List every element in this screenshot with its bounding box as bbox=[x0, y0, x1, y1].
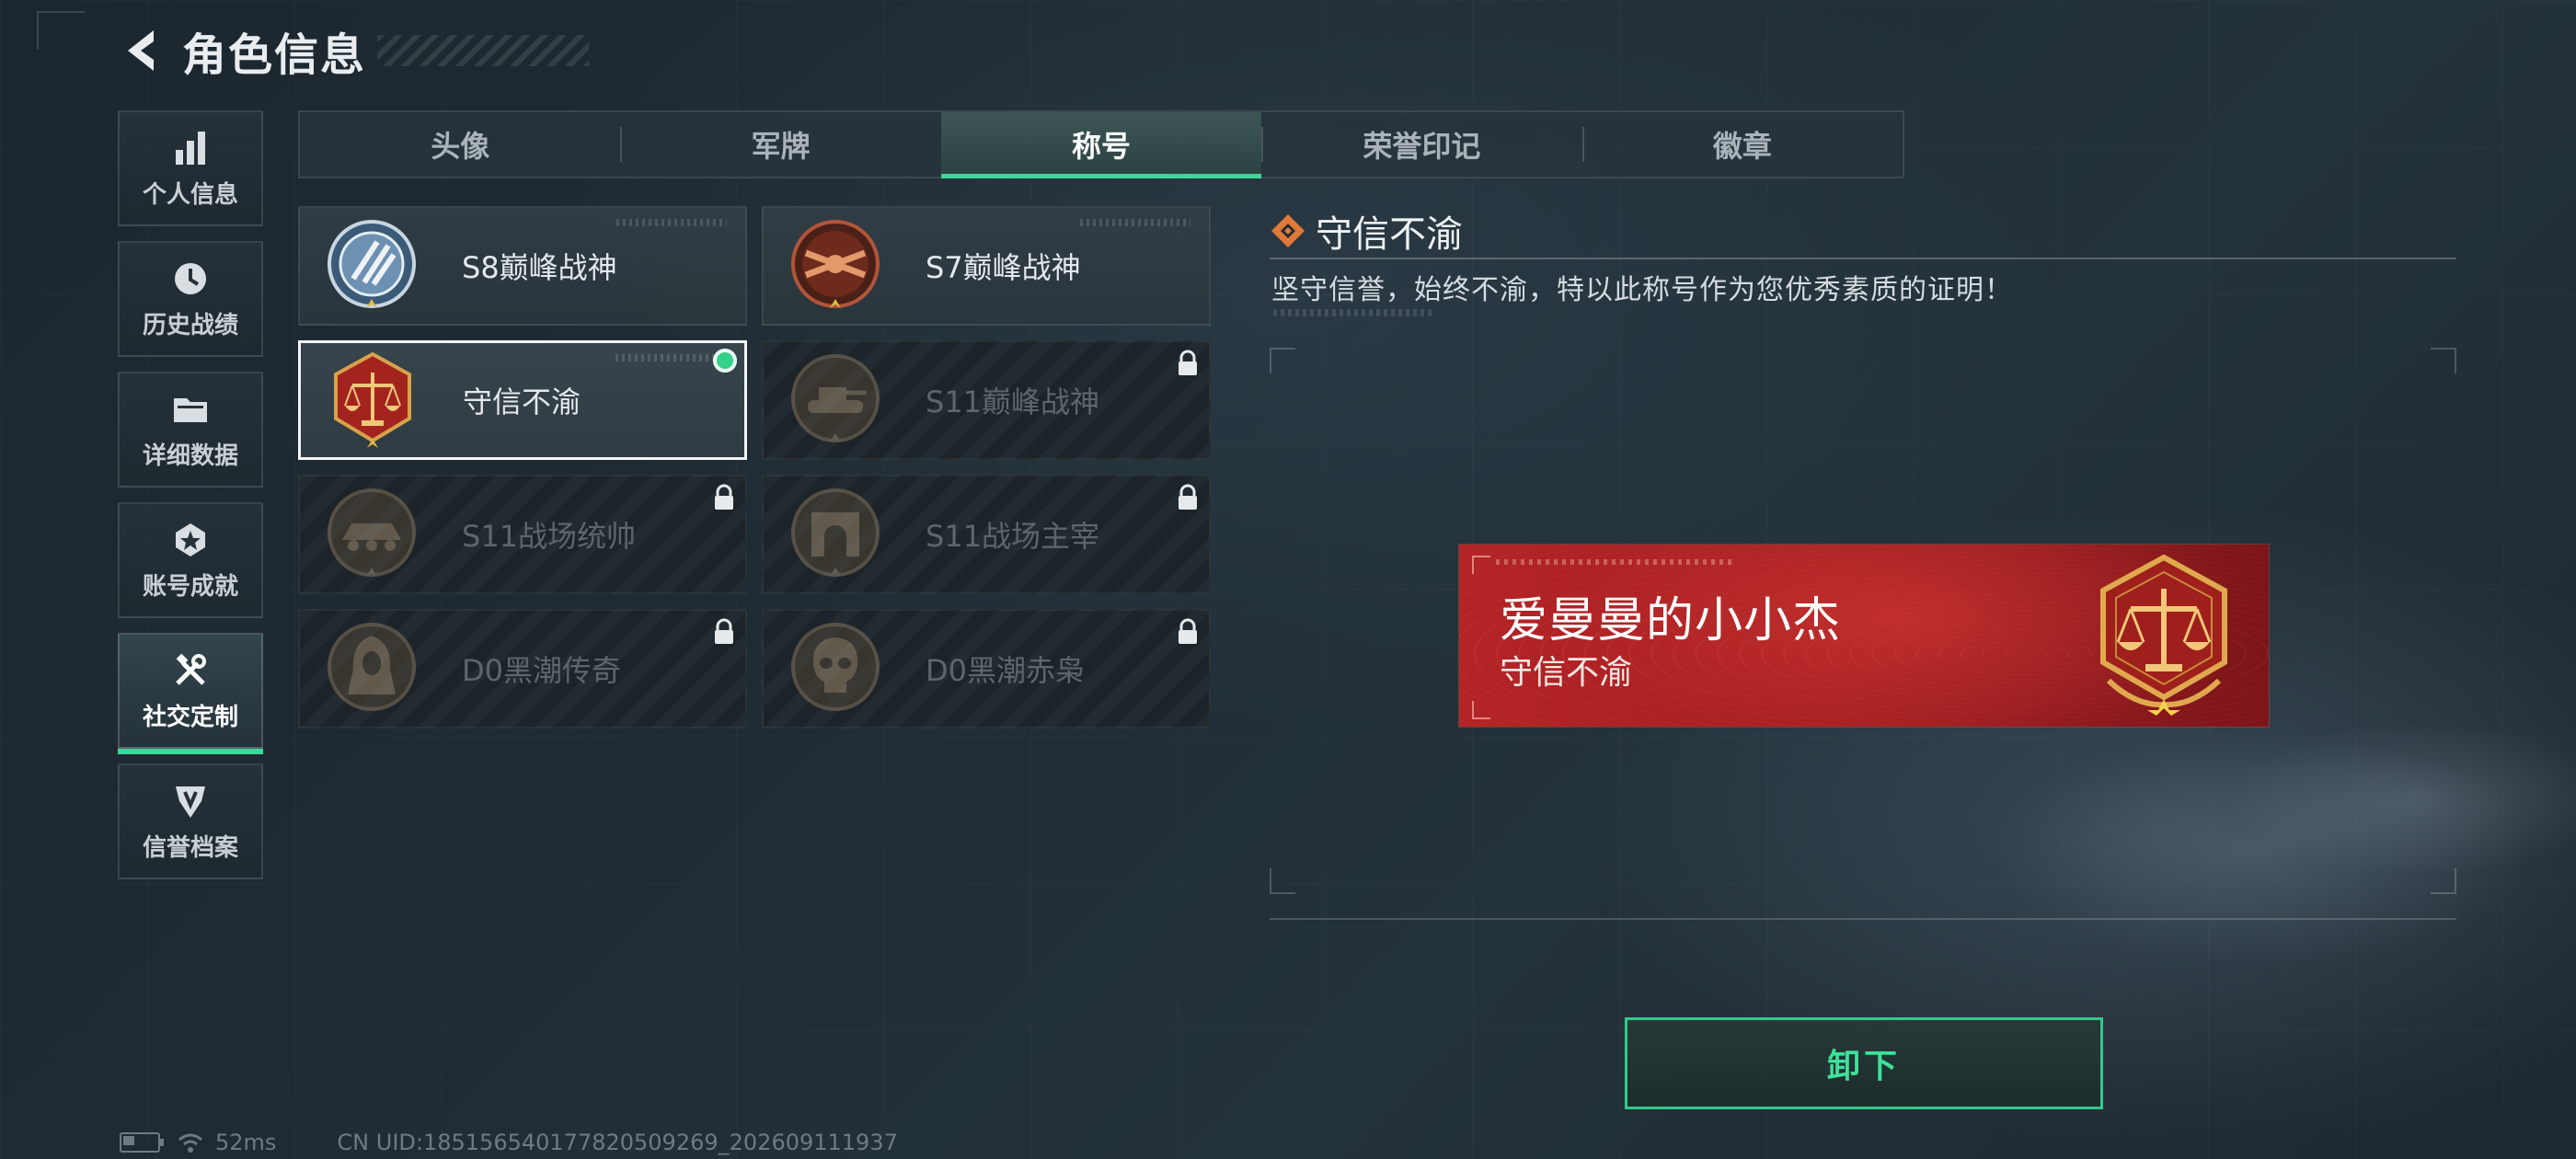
card-decoration bbox=[615, 354, 726, 361]
title-name: D0黑潮赤枭 bbox=[926, 653, 1086, 688]
title-name: 守信不渝 bbox=[463, 384, 581, 419]
detail-subline-decoration bbox=[1273, 309, 1434, 316]
scales-medal-icon bbox=[2100, 554, 2227, 716]
card-decoration bbox=[1080, 219, 1190, 226]
clock-icon bbox=[175, 262, 206, 294]
hooded-figure-medal-icon bbox=[328, 623, 416, 711]
title-name: S7巅峰战神 bbox=[926, 250, 1081, 285]
sidebar-item-detailed-data[interactable]: 详细数据 bbox=[118, 372, 263, 488]
sidebar-item-label: 信誉档案 bbox=[142, 833, 238, 862]
sidebar: 个人信息 历史战绩 详细数据 账号成就 社交定制 信誉档案 bbox=[118, 110, 265, 894]
frame-corner bbox=[1270, 868, 1295, 894]
title-banner-preview: 爱曼曼的小小杰 守信不渝 bbox=[1459, 545, 2269, 727]
title-card[interactable]: S7巅峰战神 bbox=[762, 206, 1211, 326]
lock-icon bbox=[1179, 350, 1197, 375]
tank-medal-icon bbox=[791, 354, 880, 442]
diamond-icon bbox=[1271, 214, 1305, 247]
back-arrow-icon bbox=[128, 30, 154, 71]
title-name: S8巅峰战神 bbox=[462, 250, 617, 285]
tools-icon bbox=[176, 653, 206, 685]
tab-title[interactable]: 称号 bbox=[940, 112, 1262, 178]
emblem-icon bbox=[176, 786, 205, 818]
category-tabs: 头像 军牌 称号 荣誉印记 徽章 bbox=[298, 110, 1904, 178]
frame-corner bbox=[1270, 348, 1295, 373]
blue-wings-medal-icon bbox=[328, 220, 416, 308]
header: 角色信息 bbox=[120, 18, 590, 83]
sidebar-item-label: 历史战绩 bbox=[142, 311, 238, 339]
arch-medal-icon bbox=[791, 488, 880, 577]
battery-icon bbox=[120, 1132, 164, 1153]
title-card-locked[interactable]: S11巅峰战神 bbox=[762, 340, 1211, 460]
card-decoration bbox=[616, 219, 727, 226]
page-title: 角色信息 bbox=[182, 29, 367, 81]
sidebar-item-reputation[interactable]: 信誉档案 bbox=[118, 763, 263, 879]
lock-icon bbox=[715, 618, 733, 644]
title-card-locked[interactable]: S11战场统帅 bbox=[298, 475, 747, 594]
ping-value: 52ms bbox=[215, 1130, 277, 1155]
banner-code-decoration bbox=[1496, 559, 1735, 565]
title-card-selected[interactable]: 守信不渝 bbox=[298, 340, 747, 460]
detail-title: 守信不渝 bbox=[1316, 213, 1463, 256]
achievement-icon bbox=[176, 522, 205, 557]
crossed-rifles-medal-icon bbox=[791, 220, 880, 308]
tab-avatar[interactable]: 头像 bbox=[300, 112, 620, 177]
status-footer: 52ms CN UID:18515654017782050926​9_20260… bbox=[120, 1130, 898, 1155]
title-name: S11战场主宰 bbox=[926, 519, 1100, 554]
sidebar-item-label: 账号成就 bbox=[142, 572, 238, 601]
detail-description: 坚守信誉，始终不渝，特以此称号作为您优秀素质的证明！ bbox=[1271, 274, 2013, 306]
title-card-locked[interactable]: D0黑潮赤枭 bbox=[762, 609, 1211, 729]
title-card-locked[interactable]: S11战场主宰 bbox=[762, 475, 1211, 594]
armored-vehicle-medal-icon bbox=[328, 488, 416, 577]
bar-chart-icon bbox=[176, 131, 205, 165]
back-button[interactable] bbox=[120, 25, 162, 76]
frame-corner bbox=[2431, 348, 2456, 373]
lock-icon bbox=[715, 484, 733, 510]
title-card-locked[interactable]: D0黑潮传奇 bbox=[298, 609, 747, 729]
title-list: S8巅峰战神 S7巅峰战神 守信不渝 S11巅峰战神 S11战场统帅 S11战场… bbox=[298, 206, 1211, 729]
detail-divider bbox=[1270, 258, 2456, 259]
user-uid: CN UID:18515654017782050926​9_2026091119… bbox=[337, 1130, 898, 1155]
unequip-button[interactable]: 卸下 bbox=[1625, 1017, 2103, 1109]
unequip-button-label: 卸下 bbox=[1826, 1048, 1901, 1085]
wifi-icon bbox=[178, 1133, 202, 1153]
title-name: S11巅峰战神 bbox=[926, 384, 1100, 419]
title-stripe-decoration bbox=[377, 35, 590, 66]
sidebar-item-achievements[interactable]: 账号成就 bbox=[118, 502, 263, 618]
sidebar-item-history[interactable]: 历史战绩 bbox=[118, 241, 263, 357]
lock-icon bbox=[1179, 484, 1197, 510]
title-name: D0黑潮传奇 bbox=[462, 653, 622, 688]
tab-badge[interactable]: 徽章 bbox=[1581, 112, 1903, 177]
corner-decoration bbox=[37, 11, 85, 50]
sidebar-item-label: 详细数据 bbox=[142, 442, 238, 470]
banner-title-name: 守信不渝 bbox=[1500, 654, 1633, 692]
banner-corner bbox=[1472, 556, 1490, 574]
sidebar-item-personal-info[interactable]: 个人信息 bbox=[118, 110, 263, 226]
sidebar-item-label: 个人信息 bbox=[142, 180, 238, 209]
folder-icon bbox=[174, 397, 207, 422]
banner-player-name: 爱曼曼的小小杰 bbox=[1500, 593, 1842, 648]
tab-dog-tag[interactable]: 军牌 bbox=[620, 112, 940, 177]
frame-corner bbox=[2431, 868, 2456, 894]
title-name: S11战场统帅 bbox=[462, 519, 637, 554]
equipped-indicator bbox=[713, 349, 737, 373]
scales-medal-icon bbox=[334, 351, 411, 448]
sidebar-item-social-custom[interactable]: 社交定制 bbox=[118, 633, 263, 754]
sidebar-item-label: 社交定制 bbox=[142, 703, 238, 731]
skull-medal-icon bbox=[791, 623, 880, 711]
banner-corner bbox=[1472, 701, 1490, 719]
title-card[interactable]: S8巅峰战神 bbox=[298, 206, 747, 326]
lock-icon bbox=[1179, 618, 1197, 644]
tab-honor-mark[interactable]: 荣誉印记 bbox=[1261, 112, 1581, 177]
detail-header: 守信不渝 bbox=[1270, 204, 1463, 258]
